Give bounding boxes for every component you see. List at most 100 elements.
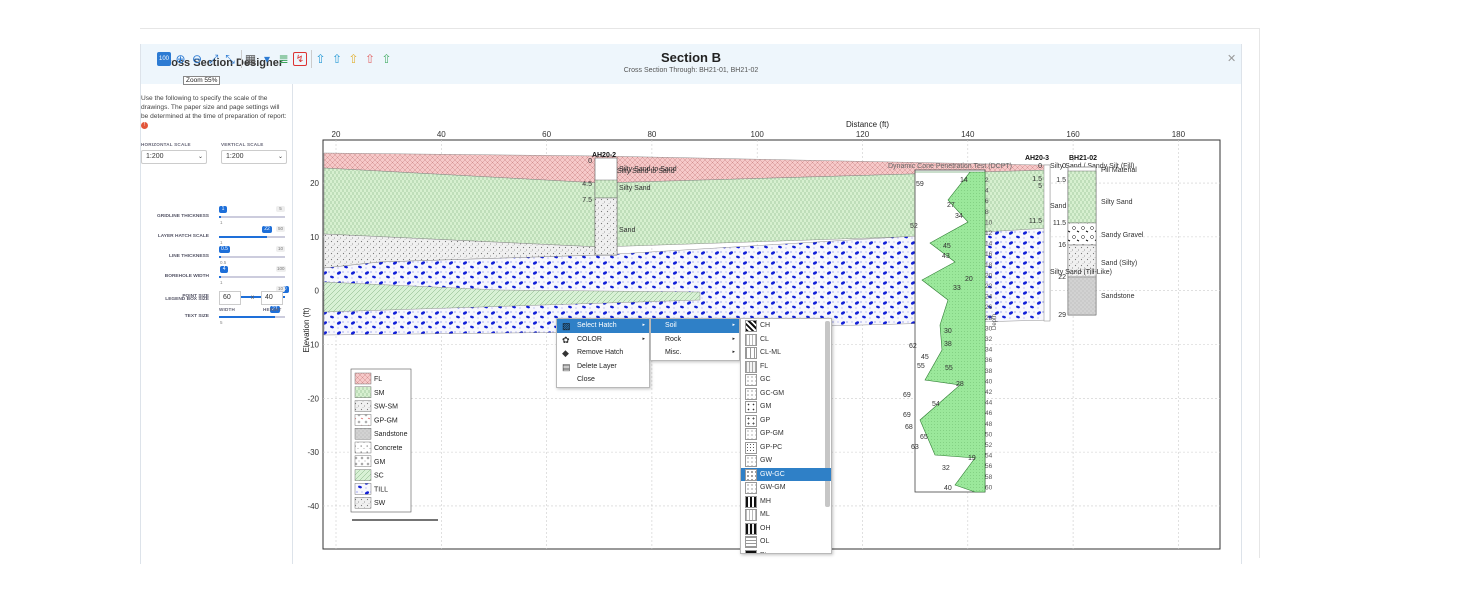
hatch-swatch <box>745 347 757 359</box>
legend-width-input[interactable]: 60 <box>219 291 241 305</box>
hatch-option[interactable]: CH <box>741 319 831 333</box>
slider-track[interactable] <box>219 316 285 318</box>
hatch-option[interactable]: GW-GM <box>741 481 831 495</box>
hatch-option[interactable]: GC-GM <box>741 387 831 401</box>
dcpt-line-icon[interactable]: ↯ <box>293 52 307 66</box>
slider-value-badge[interactable]: 4 <box>220 266 229 273</box>
hatch-category-label: Rock <box>665 335 681 343</box>
hatch-option-label: GW-GC <box>760 470 785 478</box>
chevron-right-icon: ▸ <box>732 335 735 342</box>
slider-track[interactable] <box>219 216 285 218</box>
hatch-option[interactable]: GP-PC <box>741 441 831 455</box>
slider-fill <box>219 316 276 318</box>
slider-max-label: 100 <box>276 266 286 272</box>
legend-height-input[interactable]: 40 <box>261 291 283 305</box>
hatch-option-label: GM <box>760 403 772 410</box>
zoom-100-icon[interactable]: 100 <box>157 52 171 66</box>
hatch-option[interactable]: CL-ML <box>741 346 831 360</box>
upload-cloud-3-icon[interactable]: ⇧ <box>347 52 361 66</box>
hatch-option[interactable]: FL <box>741 360 831 374</box>
fit-expand-icon[interactable]: ⤢ <box>207 52 221 66</box>
info-icon[interactable]: ! <box>141 121 148 129</box>
hatch-category-item[interactable]: Misc. ▸ <box>651 346 739 360</box>
hatch-option[interactable]: ML <box>741 508 831 522</box>
hatch-option[interactable]: MH <box>741 495 831 509</box>
upload-cloud-2-icon[interactable]: ⇧ <box>330 52 344 66</box>
context-menu-label: Select Hatch <box>577 322 617 329</box>
slider-track[interactable] <box>219 256 285 258</box>
layers-icon[interactable]: ≣ <box>277 52 291 66</box>
hatch-option[interactable]: CL <box>741 333 831 347</box>
eraser-icon: ◆ <box>562 348 569 358</box>
hatch-category-label: Soil <box>665 322 677 329</box>
hatch-option[interactable]: GP-GM <box>741 427 831 441</box>
slider-max-label: 50 <box>276 226 285 232</box>
section-subtitle: Cross Section Through: BH21-01, BH21-02 <box>623 67 759 74</box>
designer-window: Cross Section Designer Section B Cross S… <box>140 44 1242 564</box>
hatch-swatch <box>745 455 757 467</box>
hatch-option[interactable]: GC <box>741 373 831 387</box>
slider-min-label: 1 <box>220 240 223 245</box>
hatch-option[interactable]: GM <box>741 400 831 414</box>
horizontal-scale-select[interactable]: 1:200 ⌄ <box>141 150 207 164</box>
chevron-right-icon: ▸ <box>642 322 645 328</box>
slider-value-badge[interactable]: 1 <box>219 206 227 213</box>
hatch-icon: ▨ <box>562 321 571 331</box>
horizontal-scale-label: HORIZONTAL SCALE <box>141 142 191 147</box>
hatch-option[interactable]: GW-GC <box>741 467 831 481</box>
hatch-category-item[interactable]: Soil ▸ <box>651 319 739 333</box>
slider-min-label: 5 <box>220 320 223 325</box>
upload-cloud-5-icon[interactable]: ⇧ <box>380 52 394 66</box>
legend-box-size-label: LEGEND BOX SIZE <box>165 297 209 302</box>
hatch-option[interactable]: GW <box>741 454 831 468</box>
hatch-option[interactable]: GP <box>741 414 831 428</box>
context-menu-label: Delete Layer <box>577 362 617 370</box>
zoom-in-icon[interactable]: ⊕ <box>174 52 188 66</box>
slider-min-label: 1 <box>220 220 223 225</box>
hatch-option-label: OL <box>760 538 770 545</box>
hatch-swatch <box>745 522 757 535</box>
hatch-category-label: Misc. <box>665 349 682 356</box>
zoom-out-icon[interactable]: ⊖ <box>190 52 204 66</box>
height-caption: HEIGHT <box>263 307 282 312</box>
upload-cloud-icon[interactable]: ⇧ <box>314 52 328 66</box>
close-icon[interactable]: ✕ <box>1227 52 1236 65</box>
context-menu-item[interactable]: ◆ Remove Hatch <box>557 346 649 360</box>
hatch-swatch <box>745 401 757 413</box>
water-level-icon[interactable]: ▾ <box>260 52 274 66</box>
fit-collapse-icon[interactable]: ⤡ <box>223 52 237 66</box>
slider-value-badge[interactable]: 0.5 <box>219 246 230 253</box>
context-menu-item[interactable]: Close <box>557 373 649 387</box>
vertical-scale-select[interactable]: 1:200 ⌄ <box>221 150 287 164</box>
hatch-option-label: Pt <box>760 552 767 554</box>
vertical-scale-label: VERTICAL SCALE <box>221 142 264 147</box>
hatch-swatch <box>745 333 757 346</box>
context-menu-label: Remove Hatch <box>577 349 624 356</box>
slider-label: TEXT SIZE <box>184 314 209 319</box>
context-menu-item[interactable]: ▨ Select Hatch ▸ <box>557 319 649 333</box>
hatch-option-label: FL <box>760 362 769 370</box>
hatch-swatch <box>745 428 757 440</box>
slider-track[interactable] <box>219 236 285 238</box>
hatch-option[interactable]: OL <box>741 535 831 549</box>
hatch-option-label: GP-PC <box>760 443 783 451</box>
toolbar-separator <box>240 50 242 68</box>
hatch-swatch <box>745 468 757 481</box>
hatch-option-label: GW-GM <box>760 484 786 491</box>
hatch-option[interactable]: OH <box>741 522 831 536</box>
hatch-swatch <box>745 482 757 494</box>
context-menu-label: Close <box>577 376 595 383</box>
context-menu-item[interactable]: ✿ COLOR ▸ <box>557 333 649 347</box>
context-menu-item[interactable]: ▤ Delete Layer <box>557 360 649 374</box>
upload-cloud-4-icon[interactable]: ⇧ <box>363 52 377 66</box>
delete-layer-icon: ▤ <box>562 361 571 372</box>
slider-value-badge[interactable]: 22 <box>262 226 272 233</box>
slider-track[interactable] <box>219 276 285 278</box>
hatch-option[interactable]: Pt <box>741 549 831 554</box>
hatch-category-item[interactable]: Rock ▸ <box>651 333 739 347</box>
slider-fill <box>219 216 221 218</box>
grid-icon[interactable]: ▦ <box>244 52 258 66</box>
settings-sidebar: Use the following to specify the scale o… <box>141 84 293 564</box>
chevron-right-icon: ▸ <box>732 349 735 355</box>
hatch-swatch <box>745 360 757 373</box>
